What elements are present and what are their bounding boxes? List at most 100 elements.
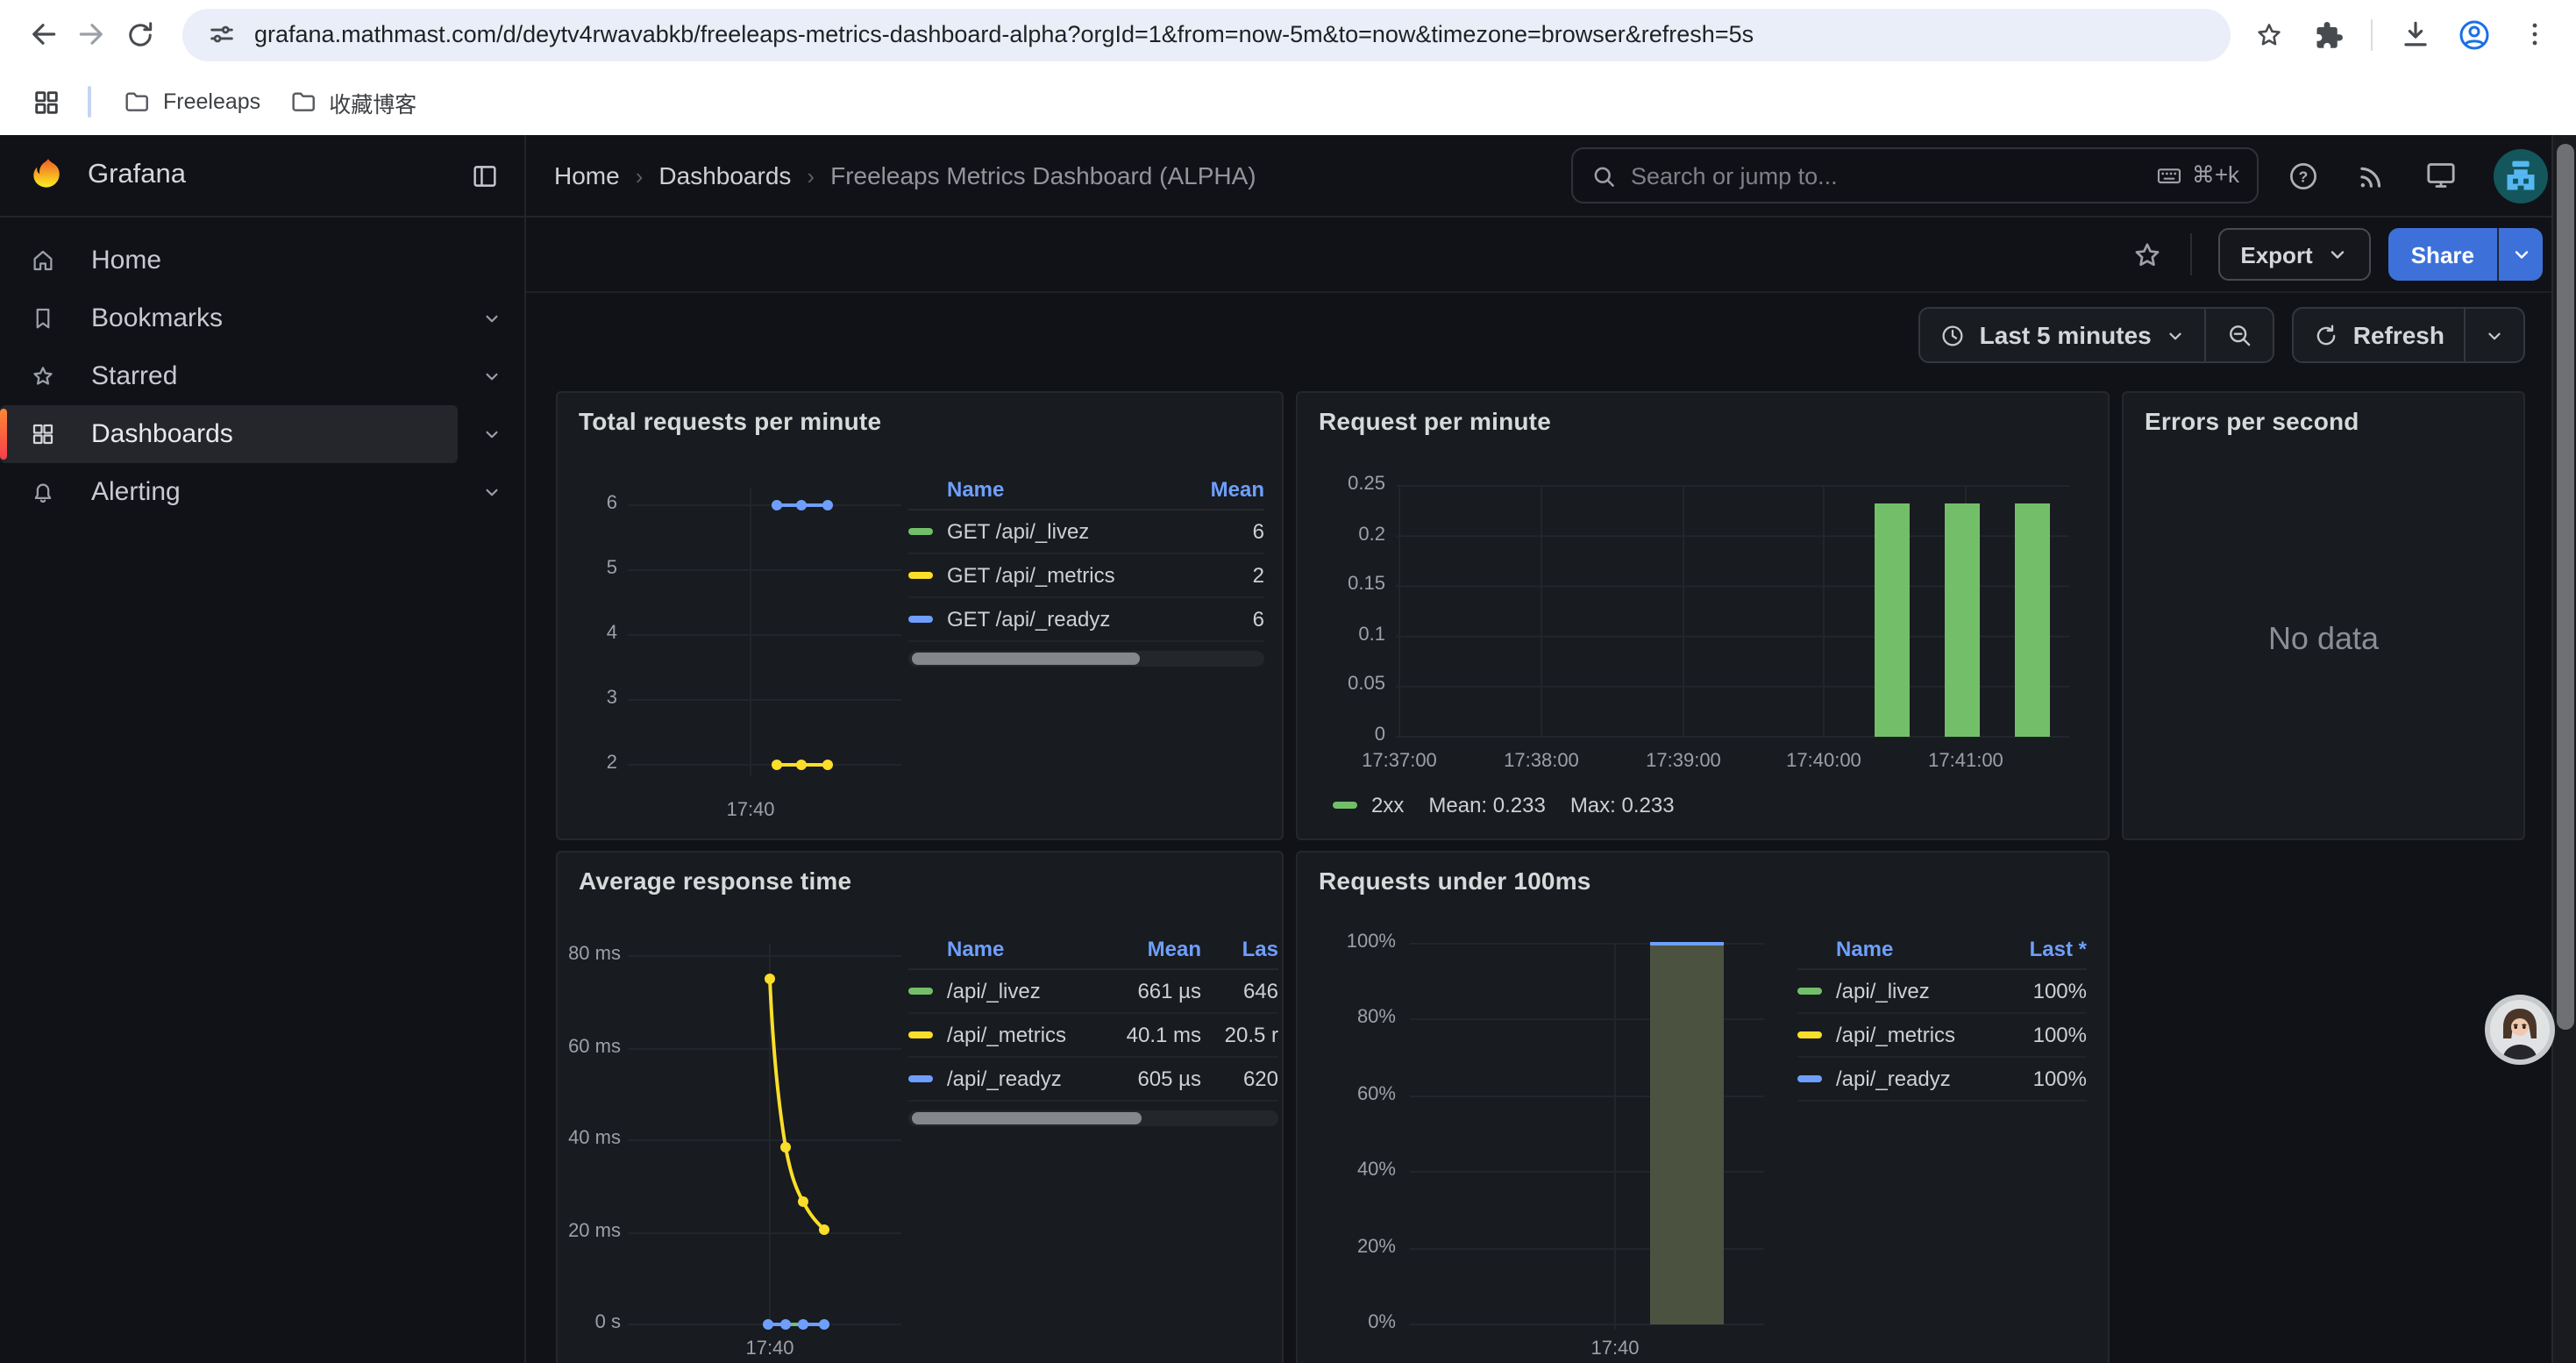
y-tick: 0.15	[1305, 574, 1385, 595]
chevron-down-icon[interactable]	[480, 365, 503, 388]
y-tick: 40 ms	[558, 1128, 621, 1149]
downloads-button[interactable]	[2390, 10, 2439, 59]
chevron-down-icon[interactable]	[480, 423, 503, 446]
page-scrollbar[interactable]	[2551, 135, 2576, 1363]
export-button[interactable]: Export	[2217, 228, 2370, 281]
extensions-button[interactable]	[2304, 10, 2353, 59]
site-settings-icon[interactable]	[207, 19, 237, 49]
breadcrumb-separator: ›	[636, 162, 644, 189]
sidebar-item-bookmarks[interactable]: Bookmarks	[0, 289, 458, 347]
chevron-down-icon	[2485, 325, 2504, 345]
series-name[interactable]: /api/_readyz	[1836, 1067, 1996, 1091]
dashboard-canvas: Last 5 minutes Refresh	[526, 293, 2576, 1363]
puzzle-icon	[2313, 18, 2345, 50]
dock-sidebar-icon	[470, 161, 500, 190]
dock-menu-button[interactable]	[470, 161, 500, 190]
address-bar[interactable]: grafana.mathmast.com/d/deytv4rwavabkb/fr…	[182, 8, 2231, 61]
share-menu-button[interactable]	[2497, 228, 2543, 281]
series-color-livez	[1797, 988, 1822, 995]
time-range-picker[interactable]: Last 5 minutes	[1920, 309, 2204, 361]
legend-last-header[interactable]: Last *	[1996, 937, 2087, 961]
browser-back-button[interactable]	[18, 10, 67, 59]
series-name[interactable]: /api/_metrics	[1836, 1023, 1996, 1047]
series-name[interactable]: /api/_livez	[947, 979, 1089, 1003]
user-avatar[interactable]	[2494, 148, 2548, 203]
search-input[interactable]	[1631, 162, 2141, 189]
bookmark-folder-blogs[interactable]: 收藏博客	[274, 78, 431, 125]
legend-row[interactable]: /api/_readyz 605 µs 620	[908, 1058, 1278, 1102]
legend-row[interactable]: /api/_livez 100%	[1797, 970, 2087, 1014]
legend-scrollbar[interactable]	[908, 651, 1264, 667]
panel-total-requests-per-minute: Total requests per minute 6	[556, 391, 1284, 840]
chevron-down-icon[interactable]	[480, 481, 503, 503]
panel-title[interactable]: Errors per second	[2145, 407, 2359, 435]
breadcrumb-dashboards[interactable]: Dashboards	[658, 161, 791, 189]
search-box[interactable]: ⌘+k	[1571, 147, 2259, 203]
monitor-icon[interactable]	[2423, 158, 2459, 193]
scrollbar-thumb[interactable]	[2557, 144, 2574, 1030]
sidebar-item-starred[interactable]: Starred	[0, 347, 458, 405]
chevron-down-icon[interactable]	[480, 307, 503, 330]
y-tick: 20 ms	[558, 1221, 621, 1242]
zoom-out-button[interactable]	[2204, 309, 2273, 361]
favorite-dashboard-button[interactable]	[2130, 238, 2163, 271]
series-last: 646	[1201, 979, 1278, 1003]
panel-legend: 2xx Mean: 0.233 Max: 0.233	[1333, 793, 1675, 817]
legend-mean-header[interactable]: Mean	[1089, 937, 1201, 961]
url-text[interactable]: grafana.mathmast.com/d/deytv4rwavabkb/fr…	[254, 21, 1754, 47]
browser-menu-button[interactable]	[2509, 10, 2558, 59]
refresh-group: Refresh	[2292, 307, 2525, 363]
sidebar-item-home[interactable]: Home	[0, 232, 458, 289]
rss-icon[interactable]	[2355, 159, 2388, 192]
bookmark-folder-freeleaps[interactable]: Freeleaps	[109, 81, 274, 123]
panel-requests-under-100ms: Requests under 100ms 100% 80% 60%	[1296, 851, 2110, 1363]
series-color-readyz	[908, 616, 933, 623]
zoom-out-icon	[2225, 321, 2253, 349]
dashboards-grid-icon	[30, 421, 56, 447]
legend-row[interactable]: /api/_metrics 40.1 ms 20.5 r	[908, 1014, 1278, 1058]
export-label: Export	[2240, 241, 2312, 268]
refresh-button[interactable]: Refresh	[2294, 309, 2464, 361]
legend-scrollbar[interactable]	[908, 1110, 1278, 1126]
series-name[interactable]: /api/_livez	[1836, 979, 1996, 1003]
sidebar-item-dashboards[interactable]: Dashboards	[0, 405, 458, 463]
legend-mean-header[interactable]: Mean	[1159, 477, 1264, 502]
legend-name-header[interactable]: Name	[1836, 937, 1996, 961]
folder-icon	[123, 88, 151, 116]
assistant-avatar[interactable]	[2485, 995, 2555, 1065]
browser-reload-button[interactable]	[116, 10, 165, 59]
bookmark-star-button[interactable]	[2245, 10, 2294, 59]
sidebar-item-alerting[interactable]: Alerting	[0, 463, 458, 521]
series-name[interactable]: GET /api/_livez	[947, 519, 1159, 544]
breadcrumb-current: Freeleaps Metrics Dashboard (ALPHA)	[830, 161, 1256, 189]
legend-row[interactable]: /api/_metrics 100%	[1797, 1014, 2087, 1058]
apps-grid-button[interactable]	[21, 77, 70, 126]
help-icon[interactable]: ?	[2287, 159, 2320, 192]
refresh-interval-button[interactable]	[2464, 309, 2523, 361]
legend-row[interactable]: /api/_livez 661 µs 646	[908, 970, 1278, 1014]
legend-item-2xx[interactable]: 2xx	[1333, 793, 1404, 817]
series-name[interactable]: /api/_metrics	[947, 1023, 1089, 1047]
profile-button[interactable]	[2450, 10, 2499, 59]
series-name[interactable]: GET /api/_metrics	[947, 563, 1159, 588]
series-name[interactable]: GET /api/_readyz	[947, 607, 1159, 632]
series-name[interactable]: /api/_readyz	[947, 1067, 1089, 1091]
sidebar-item-label: Starred	[91, 361, 177, 391]
legend-name-header[interactable]: Name	[947, 477, 1159, 502]
legend-row[interactable]: GET /api/_metrics 2	[908, 554, 1264, 598]
grafana-header: Home › Dashboards › Freeleaps Metrics Da…	[526, 135, 2576, 216]
legend-row[interactable]: /api/_readyz 100%	[1797, 1058, 2087, 1102]
series-max: Max: 0.233	[1570, 793, 1675, 817]
series-color-metrics	[1797, 1031, 1822, 1038]
legend-last-header[interactable]: Las	[1201, 937, 1278, 961]
series-name[interactable]: 2xx	[1371, 793, 1404, 817]
browser-forward-button[interactable]	[67, 10, 116, 59]
legend-row[interactable]: GET /api/_livez 6	[908, 510, 1264, 554]
share-button[interactable]: Share	[2388, 228, 2497, 281]
series-color-readyz	[1797, 1075, 1822, 1082]
svg-text:?: ?	[2299, 167, 2309, 184]
breadcrumb-home[interactable]: Home	[554, 161, 620, 189]
legend-row[interactable]: GET /api/_readyz 6	[908, 598, 1264, 642]
y-tick: 100%	[1308, 931, 1396, 953]
legend-name-header[interactable]: Name	[947, 937, 1089, 961]
